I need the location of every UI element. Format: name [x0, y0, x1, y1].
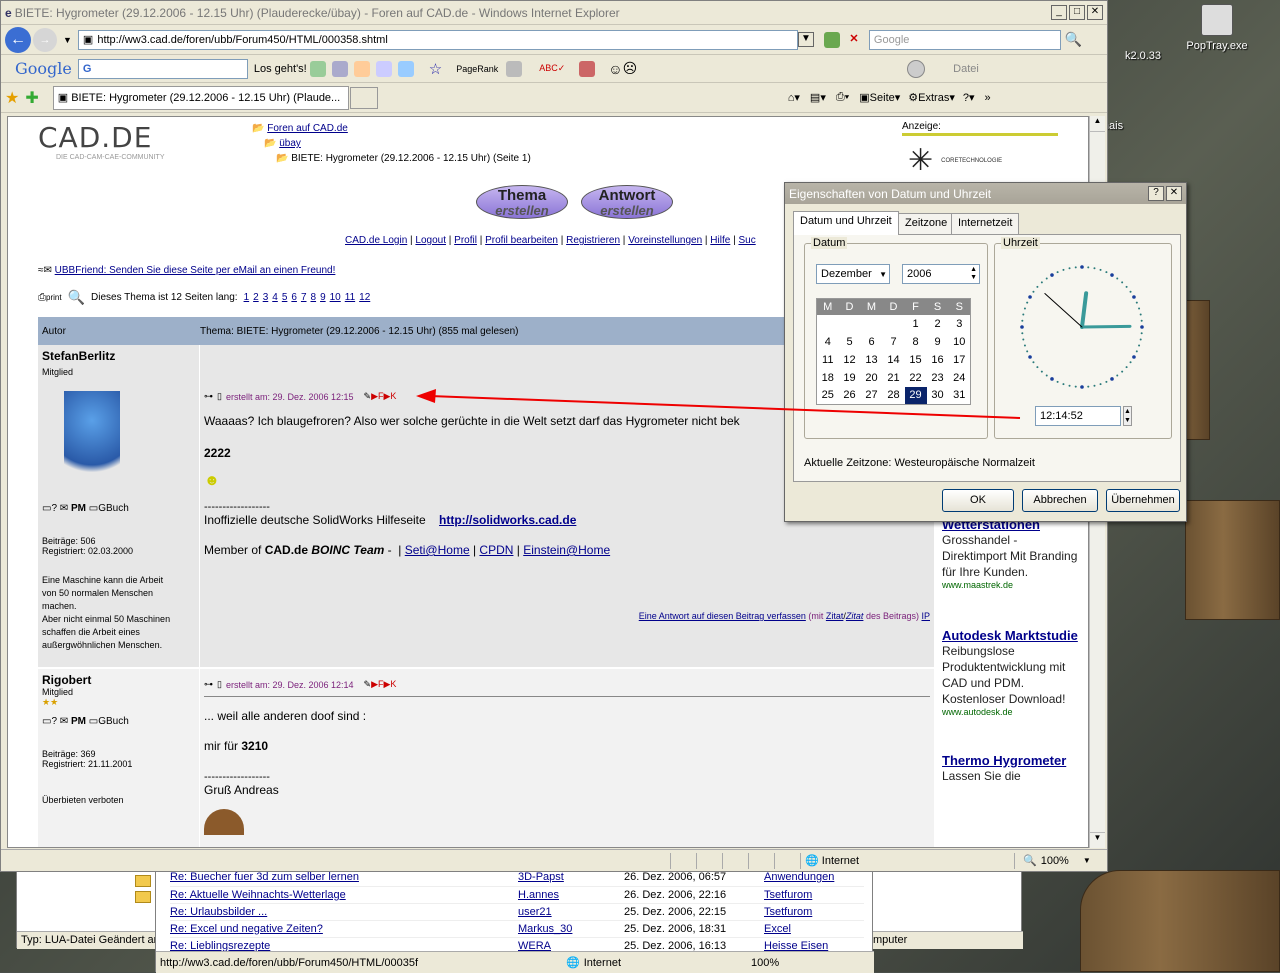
- tab-datum-uhrzeit[interactable]: Datum und Uhrzeit: [793, 211, 899, 235]
- arrow-line: [429, 395, 1021, 419]
- annotation-arrow: [416, 389, 1021, 419]
- arrow-head: [416, 389, 436, 403]
